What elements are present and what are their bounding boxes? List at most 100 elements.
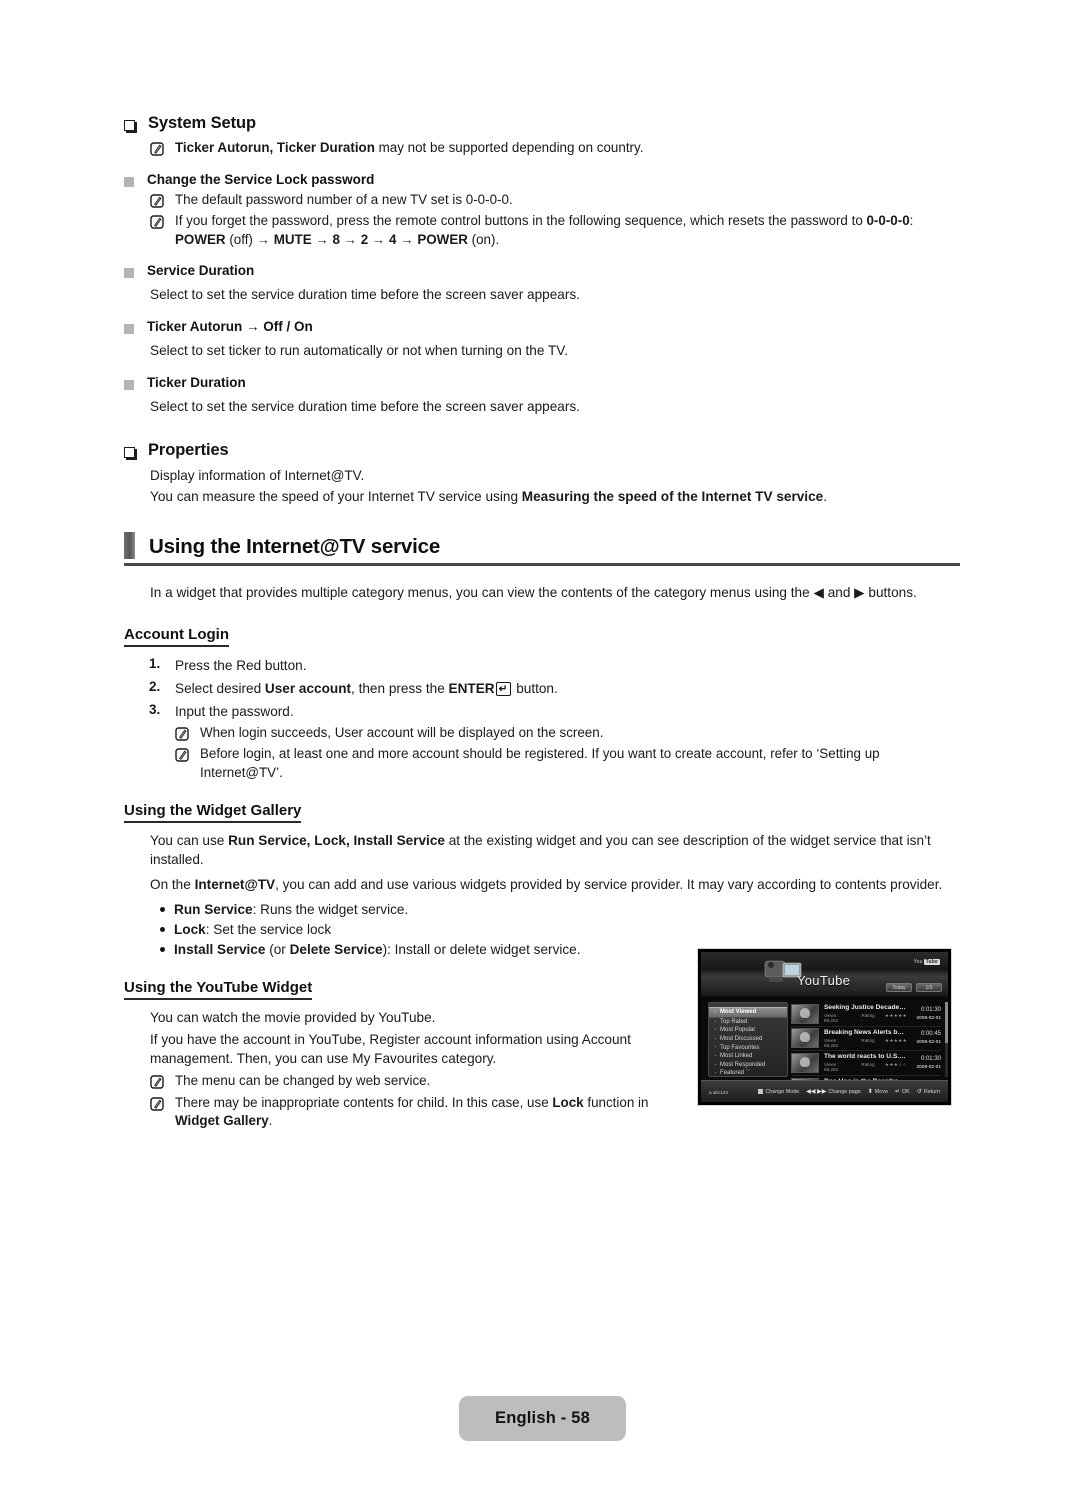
tv-menu-item-most-popular[interactable]: Most Popular [709, 1025, 787, 1035]
tv-menu-item-most-linked[interactable]: Most Linked [709, 1051, 787, 1061]
action-label: Move [874, 1088, 888, 1095]
subsection-service-duration: Service Duration [124, 263, 960, 278]
video-date: 2009-02-01 [916, 1064, 941, 1070]
tv-button-today[interactable]: Today [886, 983, 912, 992]
note-pencil-icon [150, 193, 165, 208]
tv-footer-left-label: a abc123 [709, 1090, 728, 1095]
tv-category-menu[interactable]: Most Viewed Top Rated Most Popular Most … [708, 1002, 788, 1077]
lock-desc: : Set the service lock [205, 922, 332, 937]
action-label: Return [923, 1088, 940, 1095]
ticker-autorun-desc: Select to set ticker to run automaticall… [150, 343, 568, 358]
youtube-widget-p2: If you have the account in YouTube, Regi… [150, 1032, 631, 1066]
note-pencil-icon [175, 748, 190, 762]
tv-video-list: Seeking Justice Decades Later Views : 89… [791, 1002, 941, 1098]
system-setup-title: System Setup [148, 114, 256, 132]
account-login-note-1-text: When login succeeds, User account will b… [200, 724, 604, 740]
video-duration: 0:00:45 [920, 1031, 941, 1038]
tv-action-change-mode[interactable]: Change Mode [758, 1089, 799, 1095]
reset-password-text: If you forget the password, press the re… [175, 213, 867, 228]
tv-video-row[interactable]: The world reacts to U.S. bailout plan Vi… [791, 1051, 941, 1076]
video-rating-stars: ★★★★★ [884, 1037, 907, 1043]
tv-action-move[interactable]: ⬍ Move [868, 1088, 888, 1096]
rewind-forward-icon: ◀◀ ▶▶ [806, 1089, 827, 1095]
note-pencil-icon [150, 1075, 165, 1089]
install-service-mid-a: (or [265, 942, 290, 957]
widget-gallery-actions: Run Service, Lock, Install Service [228, 833, 445, 848]
properties-line-2-prefix: You can measure the speed of your Intern… [150, 489, 522, 504]
action-label: Change Mode [765, 1088, 800, 1095]
dot-bullet-icon [150, 940, 174, 952]
delete-service-term: Delete Service [289, 942, 383, 957]
tv-action-return[interactable]: ↺ Return [917, 1088, 940, 1096]
tv-action-change-page[interactable]: ◀◀ ▶▶ Change page [806, 1088, 861, 1096]
note-rest: may not be supported depending on countr… [374, 140, 644, 155]
note-pencil-icon [150, 142, 165, 156]
account-login-note-2-text: Before login, at least one and more acco… [200, 746, 880, 780]
video-date: 2009-02-01 [916, 1015, 941, 1021]
tv-video-row[interactable]: Seeking Justice Decades Later Views : 89… [791, 1002, 941, 1027]
section-heading-internet-tv: Using the Internet@TV service [124, 532, 960, 566]
subsection-ticker-autorun: Ticker Autorun → Off / On [124, 319, 960, 334]
tv-menu-item-most-viewed[interactable]: Most Viewed [709, 1007, 787, 1018]
youtube-widget-note-1-text: The menu can be changed by web service. [175, 1073, 431, 1088]
tv-header: YouTube You Tube Today 1/3 [701, 952, 948, 996]
dot-bullet-icon [150, 920, 174, 932]
tv-list-scrollbar[interactable] [945, 1002, 948, 1077]
service-lock-title: Change the Service Lock password [147, 171, 375, 187]
ticker-autorun-label: Ticker Autorun [147, 319, 247, 334]
manual-page: System Setup Ticker Autorun, Ticker Dura… [0, 0, 1080, 1488]
power-key-1: POWER [175, 231, 226, 247]
tv-menu-item-top-rated[interactable]: Top Rated [709, 1017, 787, 1027]
video-rating-label: Rating : [861, 1013, 875, 1024]
tv-video-row[interactable]: Breaking News Alerts by E-Mail Views : 8… [791, 1027, 941, 1051]
arrow-left-icon: ◀ [813, 584, 824, 600]
intro-text-suffix: buttons. [864, 584, 917, 600]
step-number: 1. [149, 655, 161, 671]
menu-scroll-down-icon[interactable]: ⌵ [746, 1067, 751, 1074]
tv-menu-item-most-discussed[interactable]: Most Discussed [709, 1034, 787, 1044]
account-login-step-1: 1. Press the Red button. [149, 656, 960, 675]
action-label: OK [901, 1088, 910, 1095]
run-service-desc: : Runs the widget service. [252, 902, 409, 917]
reset-password-colon: : [909, 213, 914, 228]
service-duration-desc: Select to set the service duration time … [150, 287, 580, 302]
youtube-widget-heading: Using the YouTube Widget [124, 979, 313, 1000]
video-rating-stars: ★★★★★ [884, 1013, 907, 1019]
note-pencil-icon [150, 1096, 165, 1111]
video-title: The world reacts to U.S. bailout plan [824, 1053, 907, 1061]
properties-speed-term: Measuring the speed of the Internet TV s… [521, 489, 824, 504]
internet-tv-term: Internet@TV [194, 877, 276, 892]
tv-title: YouTube [797, 973, 851, 988]
square-grey-bullet-icon [124, 268, 134, 278]
subsection-ticker-duration: Ticker Duration [124, 375, 960, 390]
page-footer-badge: English - 58 [459, 1396, 626, 1441]
youtube-note-2-prefix: There may be inappropriate contents for … [175, 1094, 553, 1110]
tv-menu-item-top-favourites[interactable]: Top Favourites [709, 1042, 787, 1052]
install-service-term: Install Service [174, 942, 266, 957]
intro-and: and [823, 584, 855, 600]
properties-line-2-suffix: . [823, 489, 827, 504]
power-off-text: (off) → [225, 231, 274, 247]
heading-accent-bar [124, 532, 135, 559]
youtube-widget-p1: You can watch the movie provided by YouT… [150, 1010, 436, 1025]
key-sequence: → 8 → 2 → 4 → [311, 231, 418, 247]
tv-button-page[interactable]: 1/3 [916, 983, 942, 992]
step-text: Input the password. [175, 703, 294, 719]
reset-password-code: 0-0-0-0 [866, 213, 910, 228]
square-grey-bullet-icon [124, 176, 134, 187]
ticker-duration-desc: Select to set the service duration time … [150, 399, 580, 414]
step2-prefix: Select desired [175, 680, 265, 696]
step-text: Press the Red button. [175, 657, 307, 673]
video-title: Seeking Justice Decades Later [824, 1004, 907, 1012]
video-title: Breaking News Alerts by E-Mail [824, 1028, 907, 1036]
subsection-service-lock: Change the Service Lock password [124, 172, 960, 187]
account-login-step-3: 3. Input the password. [149, 702, 960, 721]
youtube-logo-icon: You Tube [914, 959, 940, 965]
tv-action-ok[interactable]: ↵ OK [895, 1088, 910, 1096]
video-duration: 0:01:30 [920, 1006, 941, 1013]
section-properties: Properties [124, 441, 960, 460]
action-label: Change page [828, 1088, 861, 1095]
youtube-note-2-mid: function in [583, 1094, 649, 1110]
account-login-heading: Account Login [124, 626, 229, 647]
video-thumbnail [791, 1052, 819, 1073]
